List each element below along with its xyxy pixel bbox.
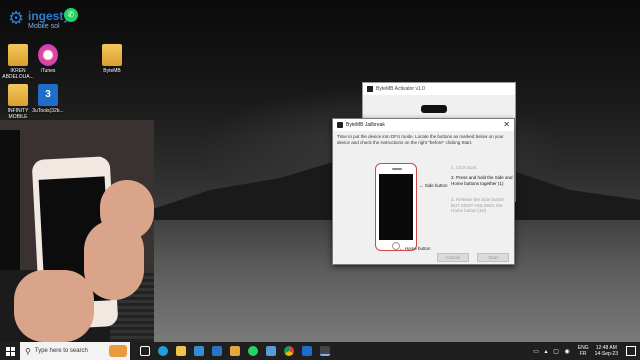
desktop-icon-3utools[interactable]: 3 3uTools(32b... [30, 84, 66, 114]
clock[interactable]: 12:48 AM 14-Sep-23 [595, 345, 618, 357]
dialog-title: ByteMB Jailbreak [346, 122, 385, 128]
desktop-icon-label: ByteMB [103, 68, 121, 74]
photos-icon[interactable] [262, 342, 280, 360]
taskbar: ⚲ Type here to search ▭ ▴ ▢ ◉ ENG FR 12:… [0, 342, 640, 360]
clock-date: 14-Sep-23 [594, 351, 618, 357]
3utools-icon[interactable] [298, 342, 316, 360]
itunes-icon [38, 44, 58, 66]
chrome-icon[interactable] [280, 342, 298, 360]
jailbreak-dialog[interactable]: ByteMB Jailbreak ✕ Time to put the devic… [332, 118, 515, 265]
search-icon: ⚲ [25, 346, 31, 356]
dfu-instructions: Time to put the device into DFU mode. Lo… [337, 134, 504, 145]
system-tray: ▭ ▴ ▢ ◉ ENG FR 12:48 AM 14-Sep-23 [533, 342, 640, 360]
activator-titlebar[interactable]: ByteMB Activator v1.0 [363, 83, 515, 95]
app-icon [337, 122, 343, 128]
folder-icon [8, 44, 28, 66]
tray-icons[interactable]: ▭ ▴ ▢ ◉ [533, 348, 572, 355]
home-button-label: ← Home button [399, 246, 431, 251]
channel-watermark: ⚙ ingesty Mobile sol ✆ [4, 6, 84, 32]
windows-logo-icon [5, 346, 15, 356]
mail-icon[interactable] [208, 342, 226, 360]
app-icon [367, 86, 373, 92]
activator-device-image [421, 105, 447, 113]
search-placeholder: Type here to search [34, 348, 88, 354]
activator-title: ByteMB Activator v1.0 [376, 86, 425, 92]
lang-bottom: FR [579, 351, 587, 357]
folder-icon[interactable] [226, 342, 244, 360]
desktop-icon-label: iTunes [40, 68, 56, 74]
taskbar-search[interactable]: ⚲ Type here to search [20, 342, 130, 360]
dialog-titlebar[interactable]: ByteMB Jailbreak ✕ [333, 119, 514, 131]
folder-icon [8, 84, 28, 106]
store-icon[interactable] [190, 342, 208, 360]
step-3: 3. Release the Side button BUT KEEP HOLD… [451, 197, 505, 213]
step-2: 2. Press and hold the Side and Home butt… [451, 175, 513, 186]
notifications-icon[interactable] [626, 346, 636, 356]
bytemb-app-icon[interactable] [316, 342, 334, 360]
language-indicator[interactable]: ENG FR [578, 345, 589, 357]
desktop-icon-bytemb[interactable]: ByteMB [94, 44, 130, 74]
desktop-icon-itunes[interactable]: iTunes [30, 44, 66, 74]
device-screen [379, 174, 413, 240]
start-button[interactable]: Start [477, 253, 509, 262]
3utools-icon: 3 [38, 84, 58, 106]
cancel-button[interactable]: Cancel [437, 253, 469, 262]
watermark-subtitle: Mobile sol [28, 23, 60, 30]
whatsapp-icon[interactable] [244, 342, 262, 360]
whatsapp-icon: ✆ [64, 8, 78, 22]
hand-left [14, 270, 94, 342]
folder-icon [102, 44, 122, 66]
taskbar-apps [136, 342, 334, 360]
start-button[interactable] [0, 342, 20, 360]
gear-icon: ⚙ [8, 8, 25, 28]
file-explorer-icon[interactable] [172, 342, 190, 360]
device-diagram [375, 163, 417, 251]
task-view-icon[interactable] [136, 342, 154, 360]
speaker-icon [392, 168, 402, 170]
search-highlight-icon [109, 345, 127, 357]
close-icon[interactable]: ✕ [503, 120, 510, 129]
desktop-icon-label: 3uTools(32b... [32, 108, 64, 114]
side-button-label: ← Side button [419, 183, 448, 188]
step-1: 1. Click Start [451, 165, 477, 170]
phone-video-overlay [0, 120, 154, 342]
video-background [0, 130, 20, 270]
edge-icon[interactable] [154, 342, 172, 360]
hand-right-thumb [84, 220, 144, 300]
